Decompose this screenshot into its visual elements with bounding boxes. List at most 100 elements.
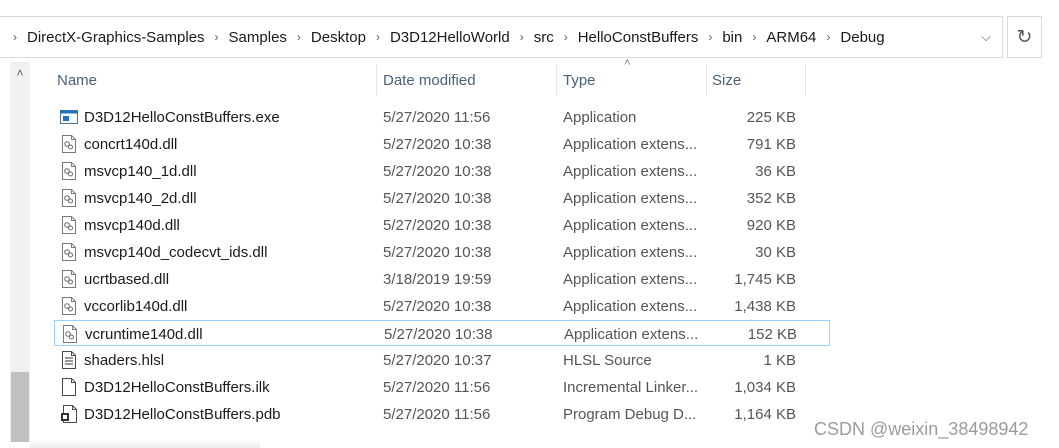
- file-name: msvcp140_1d.dll: [84, 162, 197, 180]
- address-bar[interactable]: › DirectX-Graphics-Samples › Samples › Deskto…: [0, 16, 1059, 58]
- file-name: msvcp140d_codecvt_ids.dll: [84, 243, 268, 261]
- file-row[interactable]: msvcp140_2d.dll 5/27/2020 10:38 Applicatio…: [54, 185, 830, 211]
- file-name: vccorlib140d.dll: [84, 297, 188, 315]
- column-header-size[interactable]: Size: [707, 62, 802, 98]
- file-size: 36 KB: [755, 162, 796, 180]
- dll-icon: [59, 293, 79, 319]
- file-type: Application: [563, 108, 637, 126]
- scroll-up-arrow-icon[interactable]: ˄: [10, 62, 30, 84]
- file-date-modified: 5/27/2020 11:56: [383, 378, 491, 396]
- vertical-scrollbar[interactable]: ˄: [10, 62, 30, 442]
- file-type: Application extens...: [564, 325, 699, 343]
- dll-icon: [59, 185, 79, 211]
- file-date-modified: 5/27/2020 10:38: [383, 297, 492, 315]
- file-size: 152 KB: [747, 325, 797, 343]
- file-date-modified: 3/18/2019 19:59: [383, 270, 492, 288]
- breadcrumb-item[interactable]: Debug: [837, 29, 887, 46]
- file-size: 791 KB: [746, 135, 796, 153]
- file-type: Application extens...: [563, 270, 698, 288]
- file-row[interactable]: D3D12HelloConstBuffers.exe 5/27/2020 11:5…: [54, 104, 830, 130]
- file-row[interactable]: ucrtbased.dll 3/18/2019 19:59 Application …: [54, 266, 830, 292]
- chevron-right-icon[interactable]: ›: [745, 30, 763, 44]
- chevron-right-icon[interactable]: ›: [557, 30, 575, 44]
- file-size: 1,034 KB: [734, 378, 796, 396]
- file-type: Application extens...: [563, 297, 698, 315]
- column-header-date-label: Date modified: [383, 71, 476, 89]
- file-date-modified: 5/27/2020 10:38: [383, 216, 492, 234]
- text-file-icon: [59, 347, 79, 373]
- breadcrumb-item[interactable]: D3D12HelloWorld: [387, 29, 513, 46]
- breadcrumb-item[interactable]: Desktop: [308, 29, 369, 46]
- scroll-thumb[interactable]: [11, 372, 29, 442]
- file-name: ucrtbased.dll: [84, 270, 170, 288]
- file-date-modified: 5/27/2020 10:38: [383, 189, 492, 207]
- file-size: 352 KB: [746, 189, 796, 207]
- file-name: D3D12HelloConstBuffers.exe: [84, 108, 280, 126]
- file-date-modified: 5/27/2020 10:38: [383, 243, 492, 261]
- file-date-modified: 5/27/2020 10:38: [383, 162, 492, 180]
- refresh-button[interactable]: ↻: [1007, 16, 1042, 58]
- column-divider[interactable]: [556, 64, 557, 96]
- breadcrumb-item[interactable]: bin: [719, 29, 745, 46]
- exe-icon: [59, 104, 79, 130]
- breadcrumb-item[interactable]: HelloConstBuffers: [575, 29, 702, 46]
- file-row[interactable]: msvcp140_1d.dll 5/27/2020 10:38 Applicatio…: [54, 158, 830, 184]
- dll-icon: [59, 239, 79, 265]
- partial-background-window: [30, 440, 330, 448]
- breadcrumb-item[interactable]: ARM64: [763, 29, 819, 46]
- file-date-modified: 5/27/2020 10:38: [384, 325, 493, 343]
- chevron-right-icon[interactable]: ›: [208, 30, 226, 44]
- file-type: Application extens...: [563, 135, 698, 153]
- file-type: Incremental Linker...: [563, 378, 699, 396]
- file-name: msvcp140_2d.dll: [84, 189, 197, 207]
- file-size: 1,438 KB: [734, 297, 796, 315]
- watermark: CSDN @weixin_38498942: [814, 419, 1029, 439]
- breadcrumb-item[interactable]: src: [531, 29, 557, 46]
- column-header-row: Name Date modified Type ˄ Size: [30, 57, 1059, 98]
- file-size: 920 KB: [746, 216, 796, 234]
- column-divider[interactable]: [376, 64, 377, 96]
- file-name: concrt140d.dll: [84, 135, 178, 153]
- column-header-type[interactable]: Type: [558, 62, 703, 98]
- file-row[interactable]: shaders.hlsl 5/27/2020 10:37 HLSL Source 1 …: [54, 347, 830, 373]
- file-date-modified: 5/27/2020 10:38: [383, 135, 492, 153]
- file-size: 1,164 KB: [734, 405, 796, 423]
- file-size: 30 KB: [755, 243, 796, 261]
- refresh-icon: ↻: [1016, 26, 1033, 48]
- chevron-right-icon[interactable]: ›: [701, 30, 719, 44]
- column-header-date[interactable]: Date modified: [378, 62, 553, 98]
- address-history-dropdown[interactable]: ⌵: [970, 16, 1002, 58]
- chevron-right-icon[interactable]: ›: [513, 30, 531, 44]
- file-date-modified: 5/27/2020 11:56: [383, 405, 491, 423]
- file-name: vcruntime140d.dll: [85, 325, 203, 343]
- file-name: msvcp140d.dll: [84, 216, 180, 234]
- chevron-right-icon[interactable]: ›: [6, 30, 24, 44]
- file-size: 1 KB: [763, 351, 796, 369]
- file-row[interactable]: vcruntime140d.dll 5/27/2020 10:38 Applicat…: [54, 320, 830, 346]
- column-header-type-label: Type: [563, 71, 596, 89]
- file-type: Application extens...: [563, 189, 698, 207]
- chevron-right-icon[interactable]: ›: [290, 30, 308, 44]
- file-row[interactable]: D3D12HelloConstBuffers.pdb 5/27/2020 11:5…: [54, 401, 830, 427]
- file-type: Application extens...: [563, 243, 698, 261]
- file-row[interactable]: concrt140d.dll 5/27/2020 10:38 Application…: [54, 131, 830, 157]
- file-date-modified: 5/27/2020 11:56: [383, 108, 491, 126]
- file-row[interactable]: vccorlib140d.dll 5/27/2020 10:38 Applicati…: [54, 293, 830, 319]
- breadcrumb-item[interactable]: Samples: [226, 29, 290, 46]
- chevron-right-icon[interactable]: ›: [369, 30, 387, 44]
- file-row[interactable]: msvcp140d.dll 5/27/2020 10:38 Application …: [54, 212, 830, 238]
- file-size: 1,745 KB: [734, 270, 796, 288]
- pdb-icon: [59, 401, 79, 427]
- file-size: 225 KB: [746, 108, 796, 126]
- file-name: D3D12HelloConstBuffers.pdb: [84, 405, 281, 423]
- file-list-pane[interactable]: ˄ Name Date modified Type ˄ Size D3D12He…: [0, 57, 1059, 448]
- chevron-right-icon[interactable]: ›: [819, 30, 837, 44]
- column-header-name[interactable]: Name: [52, 62, 372, 98]
- breadcrumb-item[interactable]: DirectX-Graphics-Samples: [24, 29, 208, 46]
- blank-file-icon: [59, 374, 79, 400]
- file-row[interactable]: msvcp140d_codecvt_ids.dll 5/27/2020 10:38…: [54, 239, 830, 265]
- file-row[interactable]: D3D12HelloConstBuffers.ilk 5/27/2020 11:5…: [54, 374, 830, 400]
- file-type: Application extens...: [563, 216, 698, 234]
- column-divider[interactable]: [805, 64, 806, 96]
- file-type: Program Debug D...: [563, 405, 697, 423]
